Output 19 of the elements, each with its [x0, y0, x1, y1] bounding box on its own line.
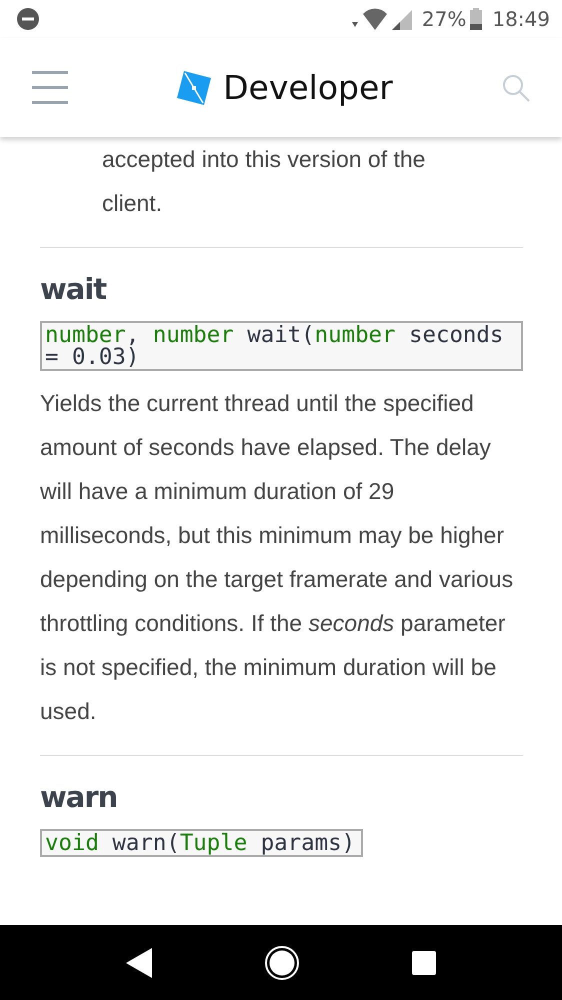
battery-icon	[470, 8, 482, 30]
back-icon[interactable]	[126, 948, 152, 978]
header-title: Developer	[223, 68, 393, 107]
code-signature: number, number wait(number seconds = 0.03)	[40, 321, 523, 371]
menu-icon[interactable]	[32, 70, 68, 104]
body-text: client.	[102, 189, 164, 218]
battery-percentage: 27%	[422, 7, 466, 31]
do-not-disturb-icon	[17, 8, 39, 30]
home-icon[interactable]	[264, 944, 300, 980]
clock-time: 18:49	[492, 7, 550, 31]
code-signature: void warn(Tuple params)	[40, 829, 364, 857]
description-text: Yields the current thread until the specified amount of seconds have elapsed. The delay will have a minimum duration of 29 milliseconds, but this minimum may be higher depending on the target framerate and various throttling conditions. If the seconds parameter is not specified, the minimum duration will be used.	[40, 389, 514, 726]
function-heading: wait	[40, 272, 108, 306]
body-text: accepted into this version of the	[102, 145, 426, 174]
function-heading: warn	[40, 780, 118, 814]
signal-icon	[392, 8, 414, 30]
wifi-icon	[352, 8, 390, 30]
recents-icon[interactable]	[412, 950, 436, 974]
logo-icon	[177, 70, 212, 104]
